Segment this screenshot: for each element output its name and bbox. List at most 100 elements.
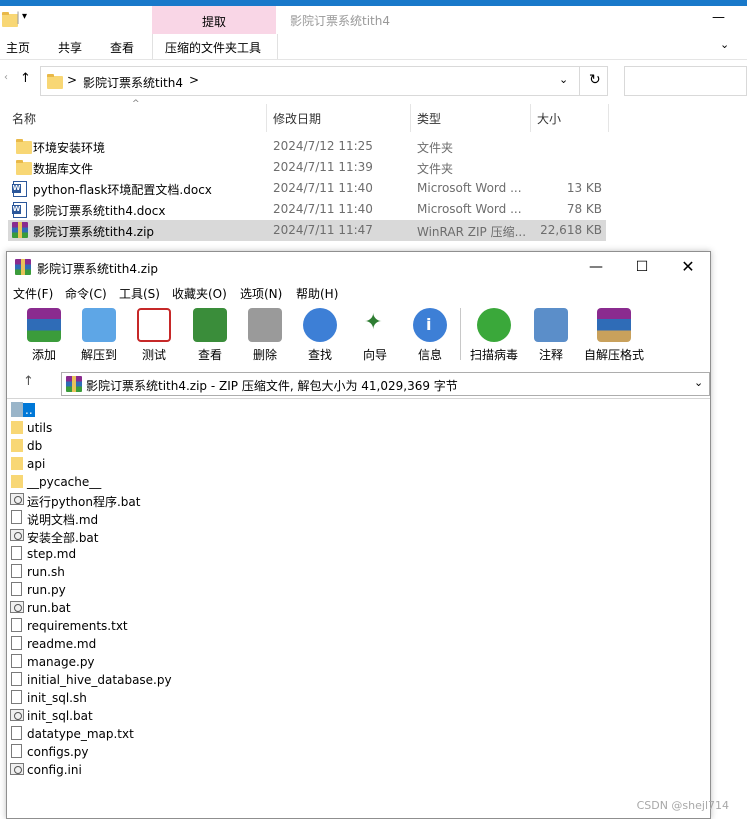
column-name[interactable]: 名称 (12, 110, 36, 127)
archive-item-name: api (27, 457, 46, 471)
menu-file[interactable]: 文件(F) (13, 285, 53, 302)
winrar-menu-bar: 文件(F) 命令(C) 工具(S) 收藏夹(O) 选项(N) 帮助(H) (7, 282, 710, 304)
divider (579, 67, 580, 95)
minimize-icon[interactable]: — (712, 10, 725, 25)
archive-item-row[interactable]: readme.md (9, 635, 409, 653)
archive-item-row[interactable]: db (9, 437, 409, 455)
archive-item-row[interactable]: 运行python程序.bat (9, 491, 409, 509)
back-icon[interactable]: ‹ (4, 72, 8, 83)
archive-item-row[interactable]: manage.py (9, 653, 409, 671)
archive-item-name: run.bat (27, 601, 71, 615)
view-button[interactable]: 查看 (185, 306, 235, 364)
archive-path-dropdown[interactable]: 影院订票系统tith4.zip - ZIP 压缩文件, 解包大小为 41,029… (61, 372, 710, 396)
add-button[interactable]: 添加 (19, 306, 69, 364)
divider (608, 104, 609, 132)
archive-item-row[interactable]: 说明文档.md (9, 509, 409, 527)
menu-command[interactable]: 命令(C) (65, 285, 107, 302)
toolbar-label: 注释 (538, 348, 563, 362)
archive-item-row[interactable]: datatype_map.txt (9, 725, 409, 743)
document-icon (11, 690, 22, 704)
archive-item-row[interactable]: run.sh (9, 563, 409, 581)
file-row[interactable]: 数据库文件 2024/7/11 11:39 文件夹 (8, 157, 606, 178)
context-tab-extract[interactable]: 提取 (152, 6, 276, 34)
winrar-icon (15, 259, 31, 275)
test-button[interactable]: 测试 (129, 306, 179, 364)
file-type: Microsoft Word ... (417, 181, 522, 195)
tab-share[interactable]: 共享 (58, 39, 82, 56)
parent-folder-row[interactable]: .. (9, 401, 409, 419)
breadcrumb-separator[interactable]: > (189, 73, 199, 87)
sfx-button[interactable]: 自解压格式 (584, 306, 644, 364)
archive-item-row[interactable]: run.py (9, 581, 409, 599)
menu-options[interactable]: 选项(N) (240, 285, 282, 302)
delete-button[interactable]: 删除 (240, 306, 290, 364)
up-arrow-icon[interactable]: ↑ (23, 374, 34, 389)
address-box[interactable]: > 影院订票系统tith4 > ⌄ ↻ (40, 66, 608, 96)
chevron-down-icon[interactable]: ⌄ (694, 376, 703, 389)
refresh-icon[interactable]: ↻ (589, 72, 601, 88)
archive-item-name: step.md (27, 547, 77, 561)
divider (530, 104, 531, 132)
breadcrumb[interactable]: 影院订票系统tith4 (83, 74, 183, 91)
virus-scan-button[interactable]: 扫描病毒 (469, 306, 519, 364)
file-row-selected[interactable]: 影院订票系统tith4.zip 2024/7/11 11:47 WinRAR Z… (8, 220, 606, 241)
archive-item-name: manage.py (27, 655, 95, 669)
explorer-window-title: 影院订票系统tith4 (290, 14, 390, 28)
archive-item-name: utils (27, 421, 53, 435)
file-date: 2024/7/12 11:25 (273, 139, 373, 153)
extract-to-button[interactable]: 解压到 (74, 306, 124, 364)
wizard-button[interactable]: ✦ 向导 (350, 306, 400, 364)
menu-favorites[interactable]: 收藏夹(O) (172, 285, 227, 302)
sort-arrow-icon: ^ (132, 99, 140, 109)
archive-item-name: run.sh (27, 565, 65, 579)
archive-item-row[interactable]: init_sql.bat (9, 707, 409, 725)
archive-item-row[interactable]: init_sql.sh (9, 689, 409, 707)
file-row[interactable]: 环境安装环境 2024/7/12 11:25 文件夹 (8, 136, 606, 157)
settings-file-icon (10, 709, 24, 721)
toolbar-label: 自解压格式 (583, 348, 644, 362)
menu-help[interactable]: 帮助(H) (296, 285, 338, 302)
chevron-down-icon[interactable]: ⌄ (559, 73, 568, 86)
archive-item-row[interactable]: utils (9, 419, 409, 437)
file-name: 影院订票系统tith4.docx (33, 204, 166, 218)
file-type: 文件夹 (417, 162, 454, 176)
archive-item-name: .. (23, 403, 35, 417)
tab-view[interactable]: 查看 (110, 39, 134, 56)
close-icon[interactable]: ✕ (665, 252, 711, 282)
archive-item-row[interactable]: run.bat (9, 599, 409, 617)
comment-button[interactable]: 注释 (526, 306, 576, 364)
minimize-icon[interactable]: — (573, 252, 619, 282)
settings-file-icon (10, 601, 24, 613)
tab-home[interactable]: 主页 (6, 39, 30, 56)
document-icon (11, 510, 22, 524)
folder-icon (11, 439, 23, 452)
archive-item-row[interactable]: requirements.txt (9, 617, 409, 635)
settings-file-icon (10, 763, 24, 775)
divider (266, 104, 267, 132)
file-row[interactable]: python-flask环境配置文档.docx 2024/7/11 11:40 … (8, 178, 606, 199)
winrar-icon (66, 376, 82, 392)
tab-compressed-folder-tools[interactable]: 压缩的文件夹工具 (152, 34, 278, 59)
up-arrow-icon[interactable]: ↑ (20, 71, 31, 86)
maximize-icon[interactable]: ☐ (619, 252, 665, 282)
column-date[interactable]: 修改日期 (273, 110, 321, 127)
find-button[interactable]: 查找 (295, 306, 345, 364)
search-input[interactable] (624, 66, 747, 96)
file-row[interactable]: 影院订票系统tith4.docx 2024/7/11 11:40 Microso… (8, 199, 606, 220)
archive-item-row[interactable]: api (9, 455, 409, 473)
archive-item-row[interactable]: initial_hive_database.py (9, 671, 409, 689)
archive-item-row[interactable]: __pycache__ (9, 473, 409, 491)
folder-icon (11, 457, 23, 470)
qat-dropdown-icon[interactable]: ▾ (22, 11, 27, 22)
archive-item-row[interactable]: configs.py (9, 743, 409, 761)
archive-item-name: 运行python程序.bat (27, 495, 141, 509)
column-type[interactable]: 类型 (417, 110, 441, 127)
document-icon (11, 726, 22, 740)
archive-item-row[interactable]: 安装全部.bat (9, 527, 409, 545)
column-size[interactable]: 大小 (537, 110, 561, 127)
ribbon-expand-icon[interactable]: ⌄ (720, 38, 729, 51)
archive-item-row[interactable]: step.md (9, 545, 409, 563)
menu-tools[interactable]: 工具(S) (119, 285, 160, 302)
archive-item-row[interactable]: config.ini (9, 761, 409, 779)
info-button[interactable]: i 信息 (405, 306, 455, 364)
